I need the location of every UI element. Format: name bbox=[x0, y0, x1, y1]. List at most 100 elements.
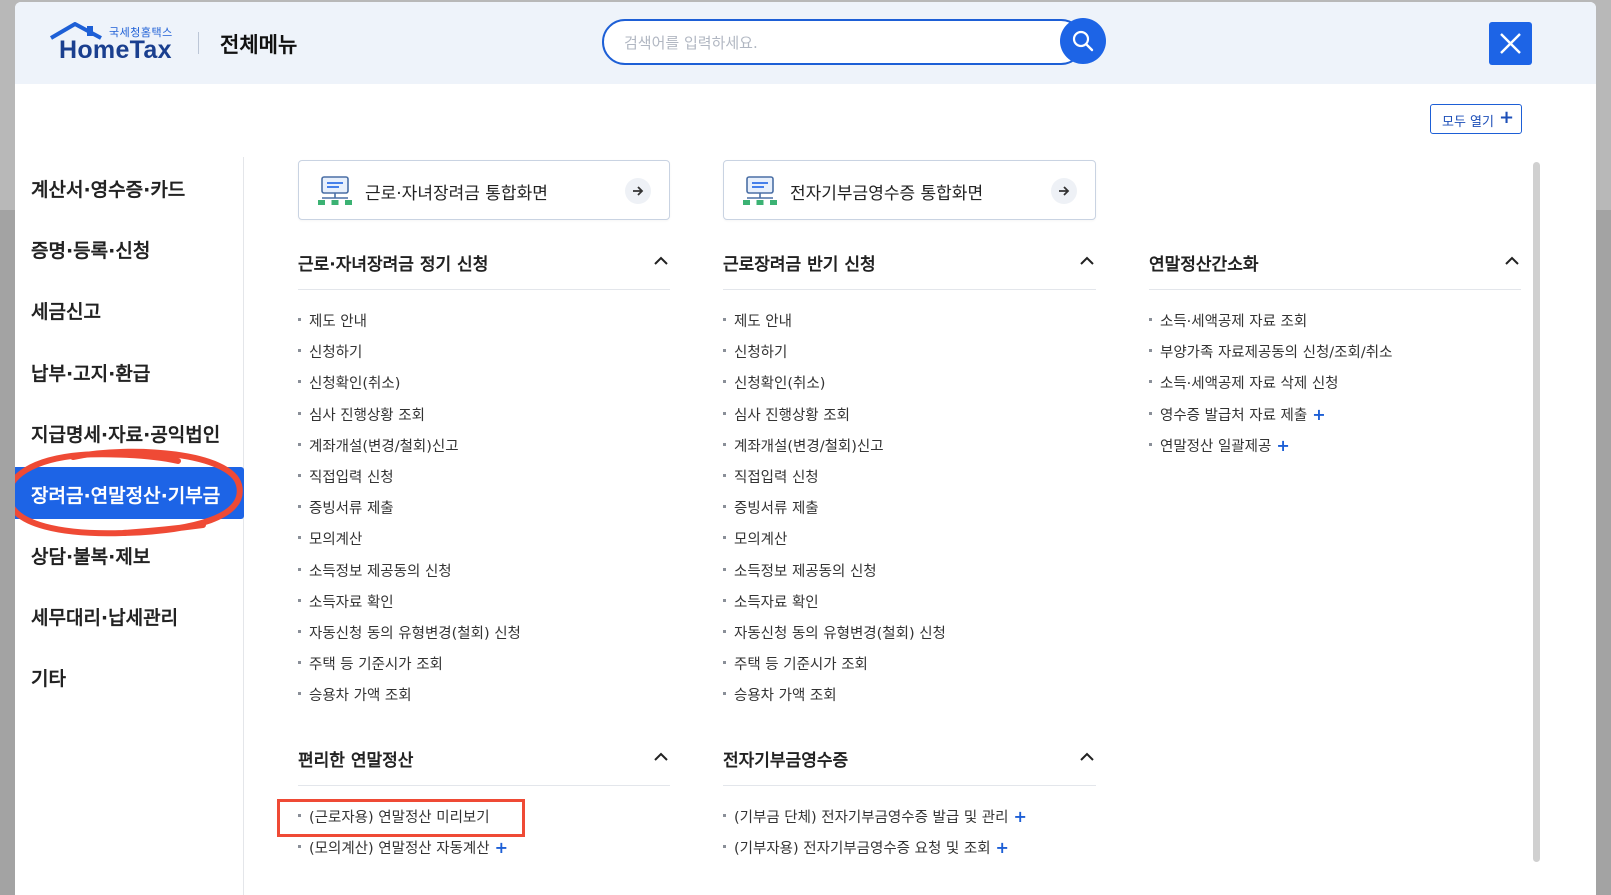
chevron-up-icon bbox=[654, 752, 668, 761]
sidebar-item-label: 납부·고지·환급 bbox=[31, 363, 151, 385]
menu-item[interactable]: 직접입력 신청 bbox=[723, 466, 1096, 497]
menu-item-label: (모의계산) 연말정산 자동계산 bbox=[309, 841, 490, 858]
menu-item-label: 소득정보 제공동의 신청 bbox=[734, 563, 877, 580]
menu-item[interactable]: 소득·세액공제 자료 조회 bbox=[1149, 310, 1521, 341]
sidebar-item-statements[interactable]: 지급명세·자료·공익법인 bbox=[15, 406, 244, 458]
section-header[interactable]: 연말정산간소화 bbox=[1149, 234, 1521, 290]
section-convenient-year-end: 편리한 연말정산 (근로자용) 연말정산 미리보기 (모의계산) 연말정산 자동… bbox=[298, 730, 670, 868]
menu-item[interactable]: 자동신청 동의 유형변경(철회) 신청 bbox=[298, 622, 670, 653]
bullet bbox=[298, 318, 301, 321]
bullet bbox=[723, 505, 726, 509]
menu-item[interactable]: 심사 진행상황 조회 bbox=[723, 404, 1096, 435]
sidebar-item-payment[interactable]: 납부·고지·환급 bbox=[15, 345, 244, 397]
menu-item[interactable]: 주택 등 기준시가 조회 bbox=[298, 653, 670, 684]
plus-icon: + bbox=[1013, 807, 1027, 826]
menu-item[interactable]: 소득자료 확인 bbox=[298, 591, 670, 622]
menu-item[interactable]: 소득정보 제공동의 신청 bbox=[298, 560, 670, 591]
chevron-up-icon bbox=[1080, 752, 1094, 761]
bullet bbox=[723, 442, 726, 446]
menu-item-label: 제도 안내 bbox=[734, 314, 792, 330]
sidebar-item-incentive[interactable]: 장려금·연말정산·기부금 bbox=[15, 467, 244, 519]
menu-item[interactable]: (모의계산) 연말정산 자동계산 + bbox=[298, 837, 670, 868]
bullet bbox=[298, 505, 301, 509]
content-scrollbar[interactable] bbox=[1533, 162, 1540, 862]
menu-item-label: 연말정산 일괄제공 bbox=[1160, 438, 1272, 455]
menu-item-label: 직접입력 신청 bbox=[734, 469, 819, 486]
menu-item[interactable]: 소득·세액공제 자료 삭제 신청 bbox=[1149, 372, 1521, 403]
sidebar-item-certificate[interactable]: 증명·등록·신청 bbox=[15, 222, 244, 274]
menu-item-label: 소득·세액공제 자료 조회 bbox=[1160, 314, 1308, 330]
quick-link-donation[interactable]: 전자기부금영수증 통합화면 bbox=[723, 160, 1096, 220]
menu-item[interactable]: 직접입력 신청 bbox=[298, 466, 670, 497]
header-divider bbox=[198, 32, 199, 54]
search-input[interactable] bbox=[624, 31, 1044, 55]
chevron-up-icon bbox=[1505, 256, 1519, 265]
menu-item[interactable]: 계좌개설(변경/철회)신고 bbox=[298, 435, 670, 466]
menu-item[interactable]: 승용차 가액 조회 bbox=[723, 684, 1096, 715]
bullet bbox=[298, 814, 301, 817]
hometax-logo[interactable]: 국세청홈택스 HomeTax bbox=[47, 20, 177, 68]
bullet bbox=[723, 629, 726, 633]
sidebar-item-tax-return[interactable]: 세금신고 bbox=[15, 283, 244, 335]
network-icon bbox=[743, 176, 777, 205]
menu-item[interactable]: 승용차 가액 조회 bbox=[298, 684, 670, 715]
sidebar-item-invoice[interactable]: 계산서·영수증·카드 bbox=[15, 161, 244, 213]
menu-item[interactable]: (기부자용) 전자기부금영수증 요청 및 조회 + bbox=[723, 837, 1096, 868]
menu-item-label: (기부자용) 전자기부금영수증 요청 및 조회 bbox=[734, 841, 991, 858]
menu-item[interactable]: 소득자료 확인 bbox=[723, 591, 1096, 622]
menu-item[interactable]: 부양가족 자료제공동의 신청/조회/취소 bbox=[1149, 341, 1521, 372]
sidebar-item-consult[interactable]: 상담·불복·제보 bbox=[15, 528, 244, 580]
menu-item[interactable]: 신청하기 bbox=[723, 341, 1096, 372]
section-header[interactable]: 근로장려금 반기 신청 bbox=[723, 234, 1096, 290]
menu-item[interactable]: 증빙서류 제출 bbox=[298, 497, 670, 528]
arrow-right-icon bbox=[1051, 178, 1077, 204]
plus-icon: + bbox=[1499, 107, 1515, 128]
menu-item[interactable]: 모의계산 bbox=[723, 528, 1096, 559]
close-button[interactable] bbox=[1489, 22, 1532, 65]
sidebar-item-label: 장려금·연말정산·기부금 bbox=[31, 485, 221, 507]
menu-item-label: 신청확인(취소) bbox=[734, 376, 826, 393]
chevron-up-icon bbox=[1080, 256, 1094, 265]
section-header[interactable]: 근로·자녀장려금 정기 신청 bbox=[298, 234, 670, 290]
sidebar-item-etc[interactable]: 기타 bbox=[15, 650, 244, 702]
sidebar-item-agent[interactable]: 세무대리·납세관리 bbox=[15, 589, 244, 641]
menu-item[interactable]: 모의계산 bbox=[298, 528, 670, 559]
menu-item[interactable]: (기부금 단체) 전자기부금영수증 발급 및 관리 + bbox=[723, 806, 1096, 837]
menu-item[interactable]: 신청확인(취소) bbox=[723, 372, 1096, 403]
quick-link-incentive[interactable]: 근로·자녀장려금 통합화면 bbox=[298, 160, 670, 220]
menu-item[interactable]: 증빙서류 제출 bbox=[723, 497, 1096, 528]
modal-header: 국세청홈택스 HomeTax 전체메뉴 bbox=[15, 2, 1596, 84]
menu-item-label: 자동신청 동의 유형변경(철회) 신청 bbox=[734, 625, 946, 642]
section-header[interactable]: 전자기부금영수증 bbox=[723, 730, 1096, 786]
menu-item[interactable]: 영수증 발급처 자료 제출 + bbox=[1149, 404, 1521, 435]
bullet bbox=[298, 567, 301, 571]
menu-item[interactable]: 제도 안내 bbox=[723, 310, 1096, 341]
bullet bbox=[298, 380, 301, 384]
chevron-up-icon bbox=[654, 256, 668, 265]
sidebar-item-label: 계산서·영수증·카드 bbox=[31, 179, 186, 201]
menu-item[interactable]: 신청확인(취소) bbox=[298, 372, 670, 403]
bullet bbox=[723, 318, 726, 321]
open-all-button[interactable]: 모두 열기 + bbox=[1430, 104, 1522, 134]
bullet bbox=[723, 536, 726, 540]
plus-icon: + bbox=[995, 838, 1009, 858]
menu-item[interactable]: 연말정산 일괄제공 + bbox=[1149, 435, 1521, 466]
menu-item-label: (기부금 단체) 전자기부금영수증 발급 및 관리 bbox=[734, 810, 1009, 826]
menu-item[interactable]: 심사 진행상황 조회 bbox=[298, 404, 670, 435]
section-header[interactable]: 편리한 연말정산 bbox=[298, 730, 670, 786]
menu-item[interactable]: 자동신청 동의 유형변경(철회) 신청 bbox=[723, 622, 1096, 653]
menu-item[interactable]: 계좌개설(변경/철회)신고 bbox=[723, 435, 1096, 466]
menu-item[interactable]: 신청하기 bbox=[298, 341, 670, 372]
menu-item[interactable]: 주택 등 기준시가 조회 bbox=[723, 653, 1096, 684]
menu-item[interactable]: 소득정보 제공동의 신청 bbox=[723, 560, 1096, 591]
menu-item[interactable]: (근로자용) 연말정산 미리보기 bbox=[298, 806, 670, 837]
menu-item[interactable]: 제도 안내 bbox=[298, 310, 670, 341]
sidebar-item-label: 증명·등록·신청 bbox=[31, 240, 151, 262]
search-button[interactable] bbox=[1060, 18, 1106, 64]
bullet bbox=[298, 629, 301, 633]
bullet bbox=[1149, 349, 1152, 353]
close-icon bbox=[1500, 33, 1521, 54]
menu-item-label: 소득정보 제공동의 신청 bbox=[309, 563, 452, 580]
bullet bbox=[723, 349, 726, 353]
sidebar-item-label: 상담·불복·제보 bbox=[31, 546, 151, 568]
